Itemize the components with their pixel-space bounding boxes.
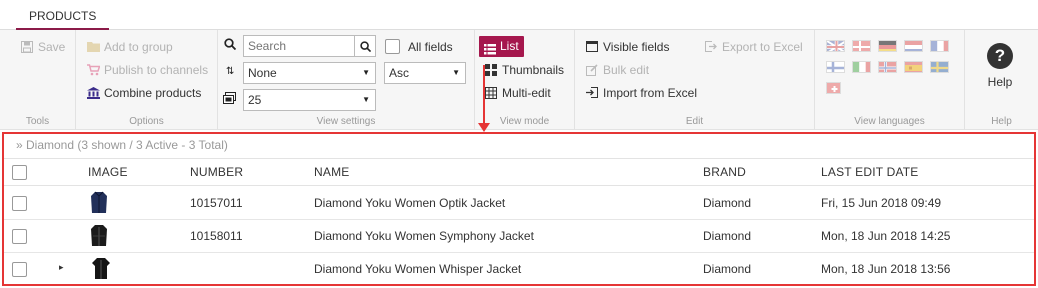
edit-icon — [586, 64, 598, 76]
view-settings-group: All fields ⇅ None Asc 25 View settings — [218, 30, 475, 130]
all-fields-label: All fields — [408, 40, 453, 54]
page-size-icon — [223, 92, 236, 107]
flag-de-icon[interactable] — [878, 40, 897, 52]
flag-it-icon[interactable] — [852, 61, 871, 73]
table-icon — [485, 87, 497, 99]
multi-edit-label: Multi-edit — [502, 86, 551, 100]
search-submit-icon — [359, 40, 371, 52]
publish-label: Publish to channels — [104, 63, 209, 77]
page-size-select[interactable]: 25 — [243, 89, 376, 111]
view-settings-group-title: View settings — [316, 116, 376, 127]
all-fields-checkbox[interactable] — [385, 39, 400, 54]
edit-group-title: Edit — [685, 116, 704, 127]
cart-icon — [87, 64, 101, 76]
visible-fields-label: Visible fields — [603, 40, 670, 54]
import-icon — [586, 87, 598, 99]
bank-icon — [87, 87, 100, 99]
import-from-excel-button[interactable]: Import from Excel — [586, 86, 697, 100]
sort-field-select[interactable]: None — [243, 62, 376, 84]
thumbnails-icon — [485, 64, 497, 76]
view-languages-group-title: View languages — [854, 116, 925, 127]
publish-to-channels-button[interactable]: Publish to channels — [87, 63, 208, 77]
search-submit-button[interactable] — [354, 35, 376, 57]
add-to-group-button[interactable]: Add to group — [87, 40, 173, 54]
bulk-edit-label: Bulk edit — [603, 63, 650, 77]
export-icon — [705, 41, 717, 53]
tools-group-title: Tools — [25, 116, 50, 127]
combine-products-button[interactable]: Combine products — [87, 86, 201, 100]
flag-se-icon[interactable] — [930, 61, 949, 73]
visible-fields-button[interactable]: Visible fields — [586, 40, 669, 54]
sort-icon: ⇅ — [226, 66, 235, 77]
view-languages-group: View languages — [815, 30, 965, 130]
save-button[interactable]: Save — [21, 40, 65, 54]
edit-group: Visible fields Export to Excel Bulk edit… — [575, 30, 815, 130]
save-icon — [21, 41, 33, 53]
flag-fi-icon[interactable] — [826, 61, 845, 73]
sort-direction-select[interactable]: Asc — [384, 62, 466, 84]
help-group: ? Help Help — [965, 30, 1038, 130]
window-icon — [586, 41, 598, 53]
combine-products-label: Combine products — [104, 86, 202, 100]
search-icon — [224, 38, 237, 53]
flag-fr-icon[interactable] — [930, 40, 949, 52]
annotation-arrow-head — [478, 123, 490, 132]
bulk-edit-button[interactable]: Bulk edit — [586, 63, 649, 77]
list-view-label: List — [500, 39, 519, 53]
flag-es-icon[interactable] — [904, 61, 923, 73]
flag-dk-icon[interactable] — [852, 40, 871, 52]
save-label: Save — [38, 40, 66, 54]
options-group: Add to group Publish to channels Combine… — [76, 30, 218, 130]
list-view-button[interactable]: List — [479, 36, 524, 57]
options-group-title: Options — [129, 116, 164, 127]
help-button[interactable]: ? Help — [986, 43, 1014, 89]
help-label: Help — [987, 75, 1013, 89]
multi-edit-view-button[interactable]: Multi-edit — [485, 86, 551, 100]
tab-bar: PRODUCTS — [0, 0, 1038, 30]
flag-nl-icon[interactable] — [904, 40, 923, 52]
ribbon-toolbar: Save Tools Add to group Publish to chann… — [0, 30, 1038, 130]
annotation-arrow-line — [483, 65, 485, 125]
flag-gb-icon[interactable] — [826, 40, 845, 52]
help-group-title: Help — [991, 116, 1012, 127]
thumbnails-label: Thumbnails — [502, 63, 565, 77]
flag-ch-icon[interactable] — [826, 82, 841, 94]
import-label: Import from Excel — [603, 86, 698, 100]
list-icon — [484, 41, 496, 54]
export-label: Export to Excel — [722, 40, 803, 54]
tools-group: Save Tools — [0, 30, 76, 130]
flag-no-icon[interactable] — [878, 61, 897, 73]
thumbnails-view-button[interactable]: Thumbnails — [485, 63, 564, 77]
export-to-excel-button[interactable]: Export to Excel — [705, 40, 803, 54]
folder-icon — [87, 41, 100, 53]
question-icon: ? — [987, 43, 1013, 69]
highlight-frame — [2, 132, 1036, 286]
tab-products[interactable]: PRODUCTS — [16, 6, 110, 30]
add-to-group-label: Add to group — [104, 40, 173, 54]
view-mode-group: List Thumbnails Multi-edit View mode — [475, 30, 575, 130]
